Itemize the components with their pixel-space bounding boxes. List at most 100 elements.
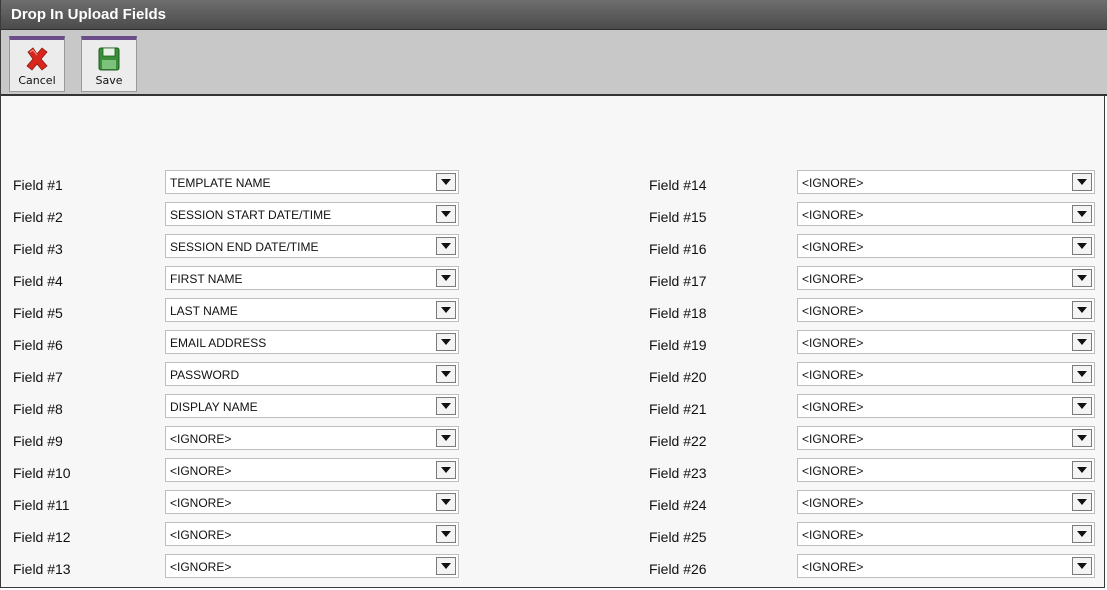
- dropdown-arrow-icon[interactable]: [436, 205, 456, 223]
- field-select[interactable]: DISPLAY NAME: [165, 394, 459, 418]
- dropdown-arrow-icon[interactable]: [436, 333, 456, 351]
- field-select[interactable]: LAST NAME: [165, 298, 459, 322]
- select-value: <IGNORE>: [170, 528, 232, 542]
- select-value: EMAIL ADDRESS: [170, 336, 267, 350]
- field-label: Field #18: [649, 305, 707, 321]
- dropdown-arrow-icon[interactable]: [1072, 237, 1092, 255]
- field-select[interactable]: <IGNORE>: [165, 458, 459, 482]
- field-label: Field #16: [649, 241, 707, 257]
- select-value: LAST NAME: [170, 304, 238, 318]
- red-x-icon: [26, 47, 48, 71]
- select-value: DISPLAY NAME: [170, 400, 258, 414]
- field-select[interactable]: <IGNORE>: [165, 522, 459, 546]
- field-select[interactable]: EMAIL ADDRESS: [165, 330, 459, 354]
- field-select[interactable]: SESSION START DATE/TIME: [165, 202, 459, 226]
- field-label: Field #14: [649, 177, 707, 193]
- dropdown-arrow-icon[interactable]: [1072, 269, 1092, 287]
- upload-fields-window: Drop In Upload Fields Cancel Save Field …: [0, 0, 1107, 588]
- field-label: Field #19: [649, 337, 707, 353]
- field-select[interactable]: <IGNORE>: [797, 330, 1095, 354]
- field-select[interactable]: <IGNORE>: [797, 458, 1095, 482]
- field-select[interactable]: PASSWORD: [165, 362, 459, 386]
- save-label: Save: [95, 74, 123, 87]
- field-label: Field #22: [649, 433, 707, 449]
- field-label: Field #20: [649, 369, 707, 385]
- select-value: FIRST NAME: [170, 272, 243, 286]
- field-label: Field #15: [649, 209, 707, 225]
- select-value: <IGNORE>: [170, 496, 232, 510]
- dropdown-arrow-icon[interactable]: [436, 525, 456, 543]
- select-value: <IGNORE>: [802, 208, 864, 222]
- cancel-label: Cancel: [18, 74, 56, 87]
- select-value: <IGNORE>: [802, 560, 864, 574]
- select-value: <IGNORE>: [802, 176, 864, 190]
- field-select[interactable]: <IGNORE>: [165, 490, 459, 514]
- select-value: <IGNORE>: [802, 496, 864, 510]
- dropdown-arrow-icon[interactable]: [1072, 493, 1092, 511]
- field-label: Field #5: [13, 305, 63, 321]
- field-label: Field #8: [13, 401, 63, 417]
- select-value: <IGNORE>: [802, 272, 864, 286]
- select-value: <IGNORE>: [802, 464, 864, 478]
- field-mapping-area: Field #1 TEMPLATE NAME Field #2 SESSION …: [5, 98, 1104, 586]
- dropdown-arrow-icon[interactable]: [436, 173, 456, 191]
- floppy-disk-icon: [98, 47, 120, 71]
- dropdown-arrow-icon[interactable]: [436, 237, 456, 255]
- dropdown-arrow-icon[interactable]: [436, 461, 456, 479]
- field-label: Field #3: [13, 241, 63, 257]
- field-select[interactable]: <IGNORE>: [797, 234, 1095, 258]
- dropdown-arrow-icon[interactable]: [1072, 301, 1092, 319]
- dropdown-arrow-icon[interactable]: [436, 557, 456, 575]
- dropdown-arrow-icon[interactable]: [1072, 557, 1092, 575]
- field-select[interactable]: <IGNORE>: [797, 266, 1095, 290]
- dropdown-arrow-icon[interactable]: [436, 493, 456, 511]
- dropdown-arrow-icon[interactable]: [436, 429, 456, 447]
- select-value: <IGNORE>: [802, 432, 864, 446]
- dropdown-arrow-icon[interactable]: [1072, 205, 1092, 223]
- field-select[interactable]: <IGNORE>: [797, 394, 1095, 418]
- select-value: <IGNORE>: [802, 368, 864, 382]
- select-value: <IGNORE>: [170, 464, 232, 478]
- dropdown-arrow-icon[interactable]: [436, 365, 456, 383]
- field-label: Field #26: [649, 561, 707, 577]
- select-value: SESSION START DATE/TIME: [170, 208, 332, 222]
- field-label: Field #17: [649, 273, 707, 289]
- toolbar: Cancel Save: [1, 30, 1107, 96]
- field-select[interactable]: <IGNORE>: [797, 522, 1095, 546]
- dropdown-arrow-icon[interactable]: [436, 397, 456, 415]
- field-select[interactable]: TEMPLATE NAME: [165, 170, 459, 194]
- dropdown-arrow-icon[interactable]: [436, 269, 456, 287]
- select-value: <IGNORE>: [802, 336, 864, 350]
- field-select[interactable]: <IGNORE>: [165, 426, 459, 450]
- dropdown-arrow-icon[interactable]: [1072, 461, 1092, 479]
- dropdown-arrow-icon[interactable]: [1072, 429, 1092, 447]
- field-label: Field #4: [13, 273, 63, 289]
- dropdown-arrow-icon[interactable]: [1072, 397, 1092, 415]
- field-select[interactable]: <IGNORE>: [797, 170, 1095, 194]
- select-value: PASSWORD: [170, 368, 240, 382]
- cancel-button[interactable]: Cancel: [9, 36, 65, 92]
- field-select[interactable]: FIRST NAME: [165, 266, 459, 290]
- select-value: SESSION END DATE/TIME: [170, 240, 319, 254]
- dropdown-arrow-icon[interactable]: [1072, 525, 1092, 543]
- field-label: Field #7: [13, 369, 63, 385]
- save-button[interactable]: Save: [81, 36, 137, 92]
- field-label: Field #24: [649, 497, 707, 513]
- field-label: Field #21: [649, 401, 707, 417]
- dropdown-arrow-icon[interactable]: [436, 301, 456, 319]
- dropdown-arrow-icon[interactable]: [1072, 333, 1092, 351]
- select-value: TEMPLATE NAME: [170, 176, 271, 190]
- field-select[interactable]: <IGNORE>: [165, 554, 459, 578]
- field-label: Field #2: [13, 209, 63, 225]
- field-select[interactable]: <IGNORE>: [797, 362, 1095, 386]
- dropdown-arrow-icon[interactable]: [1072, 365, 1092, 383]
- dropdown-arrow-icon[interactable]: [1072, 173, 1092, 191]
- field-select[interactable]: <IGNORE>: [797, 490, 1095, 514]
- field-label: Field #1: [13, 177, 63, 193]
- field-select[interactable]: <IGNORE>: [797, 426, 1095, 450]
- field-select[interactable]: <IGNORE>: [797, 202, 1095, 226]
- field-select[interactable]: SESSION END DATE/TIME: [165, 234, 459, 258]
- field-select[interactable]: <IGNORE>: [797, 298, 1095, 322]
- field-select[interactable]: <IGNORE>: [797, 554, 1095, 578]
- select-value: <IGNORE>: [802, 400, 864, 414]
